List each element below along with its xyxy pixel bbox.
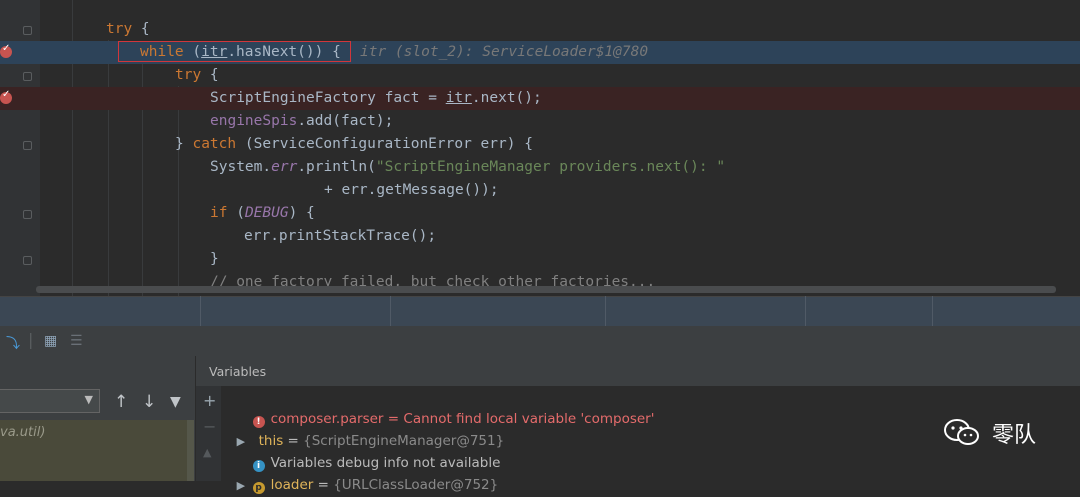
code-text: .next();: [471, 90, 542, 106]
wechat-logo-icon: [944, 419, 979, 445]
tab-divider: [390, 296, 391, 326]
code-text: }: [210, 251, 219, 267]
code-line[interactable]: + err.getMessage());: [0, 179, 1080, 202]
variable-row[interactable]: i Variables debug info not available: [228, 430, 500, 472]
keyword: try: [175, 67, 202, 83]
code-line[interactable]: if (DEBUG) {: [0, 202, 1080, 225]
code-text: .add(fact);: [297, 113, 394, 129]
variables-title: Variables: [209, 364, 267, 379]
frame-item[interactable]: va.util): [0, 425, 45, 440]
variable-ref: itr: [445, 90, 472, 106]
code-text: System.: [210, 159, 272, 175]
code-line[interactable]: err.printStackTrace();: [0, 225, 1080, 248]
up-arrow-icon[interactable]: ↑: [114, 392, 128, 412]
chevron-down-icon: ▼: [84, 393, 93, 406]
code-editor[interactable]: try { while (itr.hasNext()) { itr (slot_…: [0, 0, 1080, 296]
debug-tab-strip: [0, 296, 1080, 327]
code-line[interactable]: try {: [0, 64, 1080, 87]
field-ref: engineSpis: [210, 113, 298, 129]
string-literal: "ScriptEngineManager providers.next(): ": [375, 159, 726, 175]
variable-eq: =: [313, 477, 334, 493]
code-line[interactable]: System.err.println("ScriptEngineManager …: [0, 156, 1080, 179]
settings-icon[interactable]: ☰: [70, 333, 83, 349]
thread-selector-dropdown[interactable]: ▼: [0, 389, 100, 413]
code-text: ScriptEngineFactory fact =: [210, 90, 446, 106]
code-text: (ServiceConfigurationError err) {: [236, 136, 533, 152]
keyword: catch: [192, 136, 237, 152]
variable-row[interactable]: ▶ p loader = {URLClassLoader@752}: [228, 452, 498, 494]
code-text: err.printStackTrace();: [244, 228, 437, 244]
frames-scrollbar[interactable]: [187, 420, 194, 481]
down-arrow-icon[interactable]: ↓: [142, 392, 156, 412]
code-text: {: [132, 21, 150, 37]
code-text: + err.getMessage());: [324, 182, 499, 198]
variable-value: {URLClassLoader@752}: [333, 477, 499, 493]
expand-icon[interactable]: ▶: [237, 475, 253, 497]
code-line-breakpoint[interactable]: ScriptEngineFactory fact = itr.next();: [0, 87, 1080, 110]
add-watch-icon[interactable]: +: [203, 391, 216, 410]
keyword: try: [106, 21, 133, 37]
inline-debug-hint: itr (slot_2): ServiceLoader$1@780: [360, 44, 649, 60]
variables-header: Variables: [196, 356, 1080, 386]
move-up-icon[interactable]: ▲: [203, 446, 211, 459]
code-text: .println(: [297, 159, 376, 175]
remove-watch-icon[interactable]: −: [203, 417, 216, 436]
table-icon[interactable]: ▦: [44, 333, 57, 349]
watermark-text: 零队: [992, 423, 1037, 448]
code-text: }: [175, 136, 193, 152]
variable-row[interactable]: ! composer.parser = Cannot find local var…: [228, 386, 654, 428]
step-into-icon[interactable]: ⤵: [6, 333, 20, 353]
code-line[interactable]: try {: [0, 18, 1080, 41]
variable-name: loader: [270, 477, 314, 493]
toolbar-separator: |: [28, 330, 34, 349]
breakpoint-icon[interactable]: [0, 89, 12, 104]
tab-divider: [932, 296, 933, 326]
debug-toolbar: ⤵ | ▦ ☰: [0, 326, 1080, 357]
code-line[interactable]: }: [0, 248, 1080, 271]
code-text: (: [227, 205, 245, 221]
tab-divider: [805, 296, 806, 326]
code-line[interactable]: engineSpis.add(fact);: [0, 110, 1080, 133]
code-line[interactable]: } catch (ServiceConfigurationError err) …: [0, 133, 1080, 156]
keyword: if: [210, 205, 228, 221]
filter-icon[interactable]: ▼: [170, 394, 181, 410]
tab-divider: [200, 296, 201, 326]
variable-row[interactable]: ▶ this = {ScriptEngineManager@751}: [228, 408, 505, 449]
code-text: ) {: [288, 205, 315, 221]
breakpoint-icon[interactable]: [0, 43, 12, 58]
code-text: {: [201, 67, 219, 83]
field-ref: DEBUG: [244, 205, 289, 221]
param-icon: p: [252, 482, 265, 494]
frame-list[interactable]: va.util): [0, 420, 194, 481]
highlight-box: [118, 41, 351, 62]
horizontal-scrollbar[interactable]: [36, 286, 1056, 293]
field-ref: err: [271, 159, 298, 175]
tab-divider: [605, 296, 606, 326]
